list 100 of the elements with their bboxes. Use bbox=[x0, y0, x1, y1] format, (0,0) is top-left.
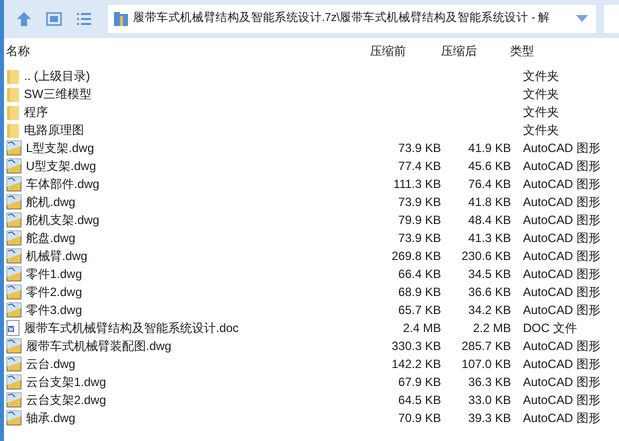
file-type: AutoCAD 图形 bbox=[522, 374, 600, 391]
column-heading[interactable]: 名称 bbox=[4, 42, 370, 60]
file-type: AutoCAD 图形 bbox=[522, 284, 600, 301]
compressed-size: 34.2 KB bbox=[468, 303, 511, 317]
drawing-file-icon bbox=[6, 284, 22, 300]
compressed-size: 41.3 KB bbox=[468, 231, 511, 245]
original-size: 330.3 KB bbox=[392, 339, 441, 353]
drawing-file-icon bbox=[6, 410, 22, 426]
file-type: AutoCAD 图形 bbox=[522, 356, 600, 373]
original-size: 111.3 KB bbox=[393, 177, 441, 191]
original-size: 2.4 MB bbox=[402, 321, 441, 335]
drawing-file-icon bbox=[6, 392, 22, 408]
file-type: 文件夹 bbox=[522, 122, 559, 139]
file-name[interactable]: L型支架.dwg bbox=[26, 139, 94, 157]
file-type: AutoCAD 图形 bbox=[522, 176, 600, 193]
word-document-icon bbox=[6, 320, 20, 336]
original-size: 70.9 KB bbox=[398, 411, 441, 425]
file-type: AutoCAD 图形 bbox=[522, 158, 600, 175]
compressed-size: 36.3 KB bbox=[468, 375, 511, 389]
dropdown-caret-icon[interactable] bbox=[576, 15, 588, 23]
drawing-file-icon bbox=[6, 374, 22, 390]
file-type: DOC 文件 bbox=[522, 320, 577, 337]
file-name[interactable]: 履带车式机械臂装配图.dwg bbox=[26, 337, 172, 355]
file-type: 文件夹 bbox=[522, 104, 559, 121]
drawing-file-icon bbox=[6, 176, 22, 192]
compressed-size: 45.6 KB bbox=[468, 159, 511, 173]
drawing-file-icon bbox=[6, 338, 22, 354]
list-icon[interactable] bbox=[76, 12, 92, 26]
folder-icon bbox=[6, 68, 20, 84]
folder-icon bbox=[6, 122, 20, 138]
file-type: AutoCAD 图形 bbox=[522, 410, 600, 427]
folder-icon bbox=[6, 104, 20, 120]
file-name[interactable]: 零件3.dwg bbox=[26, 301, 82, 319]
drawing-file-icon bbox=[6, 248, 22, 264]
drawing-file-icon bbox=[6, 230, 22, 246]
folder-icon bbox=[6, 86, 20, 102]
original-size: 77.4 KB bbox=[398, 159, 441, 173]
file-name[interactable]: 程序 bbox=[24, 103, 48, 121]
column-heading[interactable]: 压缩后 bbox=[441, 42, 510, 60]
file-type: AutoCAD 图形 bbox=[522, 194, 600, 211]
up-arrow-icon[interactable] bbox=[16, 11, 32, 27]
file-type: AutoCAD 图形 bbox=[522, 248, 600, 265]
compressed-size: 230.6 KB bbox=[462, 249, 511, 263]
file-name[interactable]: 云台.dwg bbox=[26, 355, 76, 373]
drawing-file-icon bbox=[6, 266, 22, 282]
file-name[interactable]: 零件2.dwg bbox=[26, 283, 82, 301]
file-name[interactable]: 轴承.dwg bbox=[26, 409, 76, 427]
file-name[interactable]: .. (上级目录) bbox=[24, 67, 90, 85]
file-name[interactable]: 舵机支架.dwg bbox=[26, 211, 100, 229]
original-size: 68.9 KB bbox=[398, 285, 441, 299]
search-field[interactable] bbox=[604, 5, 619, 33]
file-name[interactable]: 车体部件.dwg bbox=[26, 175, 100, 193]
original-size: 73.9 KB bbox=[398, 231, 441, 245]
file-type: 文件夹 bbox=[522, 68, 559, 85]
file-name[interactable]: 舵机.dwg bbox=[26, 193, 76, 211]
original-size: 73.9 KB bbox=[398, 141, 441, 155]
view-icon[interactable] bbox=[46, 12, 62, 26]
compressed-size: 2.2 MB bbox=[472, 321, 511, 335]
original-size: 142.2 KB bbox=[392, 357, 441, 371]
compressed-size: 33.0 KB bbox=[468, 393, 511, 407]
drawing-file-icon bbox=[6, 194, 22, 210]
compressed-size: 41.9 KB bbox=[468, 141, 511, 155]
original-size: 64.5 KB bbox=[398, 393, 441, 407]
compressed-size: 36.6 KB bbox=[468, 285, 511, 299]
file-name[interactable]: 机械臂.dwg bbox=[26, 247, 88, 265]
compressed-size: 48.4 KB bbox=[468, 213, 511, 227]
column-heading[interactable]: 压缩前 bbox=[370, 42, 441, 60]
file-type: AutoCAD 图形 bbox=[522, 266, 600, 283]
original-size: 73.9 KB bbox=[398, 195, 441, 209]
file-name[interactable]: 电路原理图 bbox=[24, 121, 84, 139]
file-type: AutoCAD 图形 bbox=[522, 302, 600, 319]
original-size: 65.7 KB bbox=[398, 303, 441, 317]
path-field[interactable]: 履带车式机械臂结构及智能系统设计.7z\履带车式机械臂结构及智能系统设计 - 解 bbox=[108, 5, 596, 33]
archive-icon bbox=[113, 11, 129, 27]
drawing-file-icon bbox=[6, 140, 22, 156]
file-name[interactable]: U型支架.dwg bbox=[26, 157, 96, 175]
drawing-file-icon bbox=[6, 212, 22, 228]
file-name[interactable]: 舵盘.dwg bbox=[26, 229, 76, 247]
file-type: AutoCAD 图形 bbox=[522, 230, 600, 247]
path-text: 履带车式机械臂结构及智能系统设计.7z\履带车式机械臂结构及智能系统设计 - 解 bbox=[133, 10, 551, 26]
compressed-size: 41.8 KB bbox=[468, 195, 511, 209]
compressed-size: 107.0 KB bbox=[462, 357, 511, 371]
drawing-file-icon bbox=[6, 158, 22, 174]
file-name[interactable]: SW三维模型 bbox=[24, 85, 92, 103]
file-name[interactable]: 云台支架1.dwg bbox=[26, 373, 106, 391]
compressed-size: 39.3 KB bbox=[468, 411, 511, 425]
file-type: AutoCAD 图形 bbox=[522, 338, 600, 355]
compressed-size: 34.5 KB bbox=[468, 267, 511, 281]
drawing-file-icon bbox=[6, 356, 22, 372]
original-size: 79.9 KB bbox=[398, 213, 441, 227]
original-size: 269.8 KB bbox=[392, 249, 441, 263]
file-type: AutoCAD 图形 bbox=[522, 392, 600, 409]
file-name[interactable]: 云台支架2.dwg bbox=[26, 391, 106, 409]
original-size: 67.9 KB bbox=[398, 375, 441, 389]
column-heading[interactable]: 类型 bbox=[510, 42, 619, 60]
file-name[interactable]: 零件1.dwg bbox=[26, 265, 82, 283]
file-type: AutoCAD 图形 bbox=[522, 140, 600, 157]
drawing-file-icon bbox=[6, 302, 22, 318]
compressed-size: 76.4 KB bbox=[468, 177, 511, 191]
file-name[interactable]: 履带车式机械臂结构及智能系统设计.doc bbox=[24, 319, 239, 337]
